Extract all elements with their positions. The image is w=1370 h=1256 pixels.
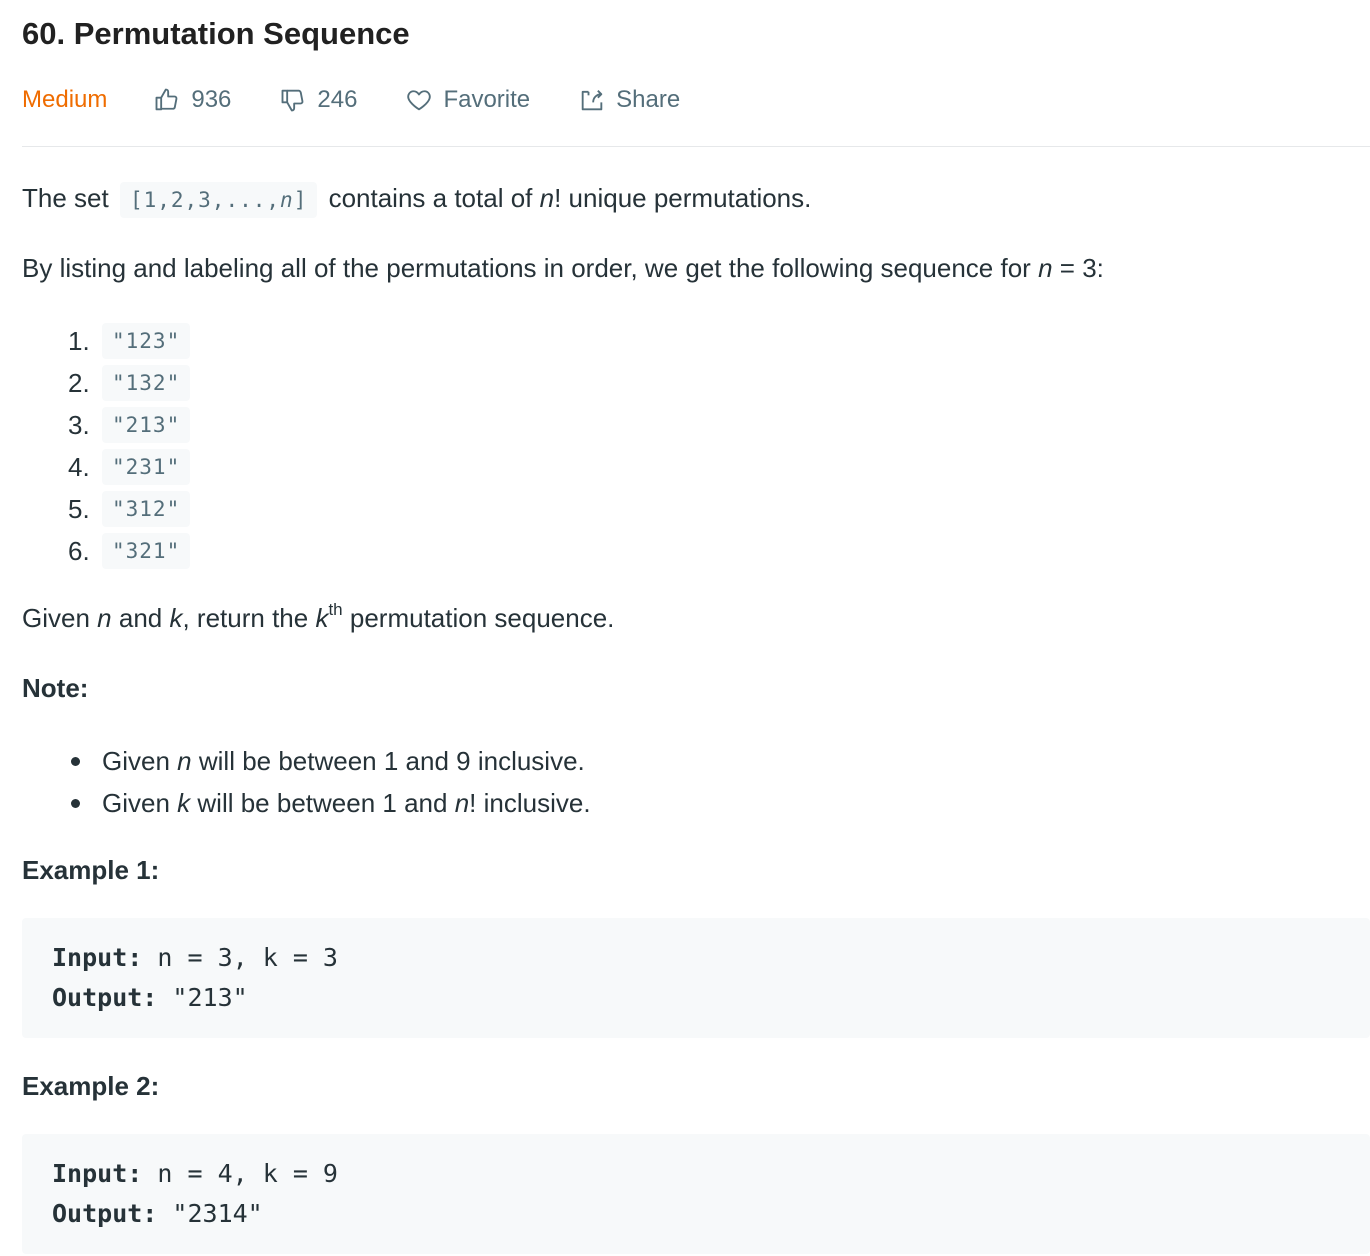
example-2-input: Input: n = 4, k = 9 — [52, 1159, 338, 1188]
bullet — [71, 798, 80, 808]
example-2-output: Output: "2314" — [52, 1199, 263, 1228]
problem-title: 60. Permutation Sequence — [22, 16, 410, 51]
dislike-button[interactable]: 246 — [279, 86, 357, 114]
list-item: 2. "132" — [68, 362, 191, 404]
like-button[interactable]: 936 — [153, 86, 231, 114]
example-1-input: Input: n = 3, k = 3 — [52, 943, 338, 972]
note-heading: Note: — [22, 673, 89, 703]
note-list: Given n will be between 1 and 9 inclusiv… — [68, 740, 591, 824]
share-icon — [581, 90, 603, 111]
list-item: 1. "123" — [68, 320, 191, 362]
example-1-code-block: Input: n = 3, k = 3 Output: "213" — [22, 918, 1370, 1038]
share-label: Share — [616, 86, 681, 113]
difficulty-label: Medium — [22, 86, 108, 113]
like-count: 936 — [191, 86, 232, 113]
favorite-label: Favorite — [443, 86, 531, 113]
description-paragraph-3: Given n and k, return the kth permutatio… — [22, 600, 615, 633]
thumbs-down-icon — [281, 89, 304, 112]
list-item: Given n will be between 1 and 9 inclusiv… — [68, 740, 591, 782]
list-item: 5. "312" — [68, 488, 191, 530]
share-button[interactable]: Share — [578, 86, 680, 114]
bullet — [71, 756, 80, 766]
list-item: 6. "321" — [68, 530, 191, 572]
example-1-output: Output: "213" — [52, 983, 248, 1012]
example-2-code-block: Input: n = 4, k = 9 Output: "2314" — [22, 1134, 1370, 1254]
example-2-heading: Example 2: — [22, 1071, 160, 1101]
divider — [22, 146, 1370, 147]
list-item: 4. "231" — [68, 446, 191, 488]
heart-icon — [407, 90, 432, 111]
example-1-heading: Example 1: — [22, 855, 160, 885]
dislike-count: 246 — [317, 86, 358, 113]
description-paragraph-1: The set [1,2,3,...,n] contains a total o… — [22, 180, 811, 218]
permutation-sequence-list: 1. "123" 2. "132" 3. "213" 4. "231" 5. "312" … — [68, 320, 191, 572]
list-item: Given k will be between 1 and n! inclusi… — [68, 782, 591, 824]
thumbs-up-icon — [155, 88, 178, 111]
list-item: 3. "213" — [68, 404, 191, 446]
set-code: [1,2,3,...,n] — [119, 182, 318, 218]
description-paragraph-2: By listing and labeling all of the permu… — [22, 253, 1104, 283]
favorite-button[interactable]: Favorite — [405, 86, 530, 114]
problem-meta-bar: Medium 936 246 Favorite Share — [22, 80, 728, 120]
